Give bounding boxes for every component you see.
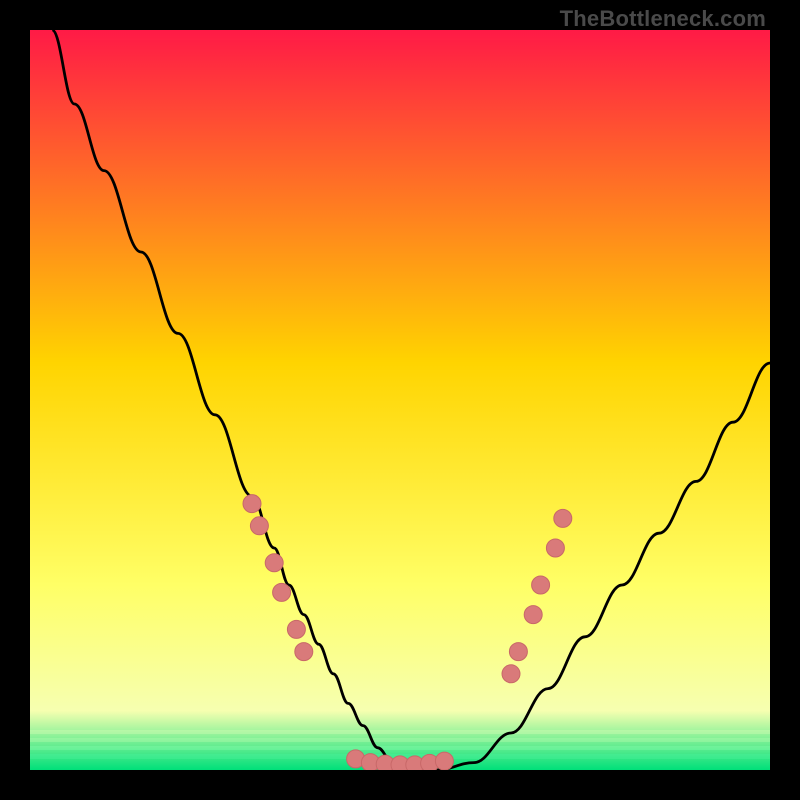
- data-point: [287, 620, 305, 638]
- data-point: [502, 665, 520, 683]
- bottleneck-curve: [52, 30, 770, 770]
- chart-frame: TheBottleneck.com: [0, 0, 800, 800]
- data-point: [273, 583, 291, 601]
- data-point: [435, 752, 453, 770]
- data-point: [295, 643, 313, 661]
- data-point: [524, 606, 542, 624]
- data-point: [265, 554, 283, 572]
- data-point: [243, 495, 261, 513]
- plot-area: [30, 30, 770, 770]
- chart-svg: [30, 30, 770, 770]
- data-point: [554, 509, 572, 527]
- data-point: [546, 539, 564, 557]
- data-point: [532, 576, 550, 594]
- data-point: [250, 517, 268, 535]
- data-point: [509, 643, 527, 661]
- watermark-text: TheBottleneck.com: [560, 6, 766, 32]
- data-points: [243, 495, 572, 770]
